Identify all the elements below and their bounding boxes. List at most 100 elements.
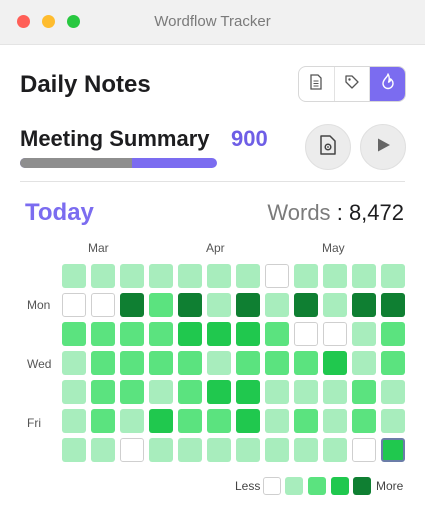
legend-more: More (376, 479, 404, 493)
heatmap-cell[interactable] (207, 380, 231, 404)
heatmap-cell[interactable] (178, 438, 202, 462)
heatmap-cell[interactable] (381, 438, 405, 462)
heatmap-cell[interactable] (120, 351, 144, 375)
heatmap-cell[interactable] (120, 264, 144, 288)
heatmap-cell[interactable] (178, 380, 202, 404)
heatmap-cell[interactable] (120, 438, 144, 462)
heatmap-cell[interactable] (236, 351, 260, 375)
heatmap-cell[interactable] (323, 438, 347, 462)
tab-tags[interactable] (335, 67, 371, 101)
heatmap-cell[interactable] (352, 322, 376, 346)
heatmap-cell[interactable] (207, 409, 231, 433)
heatmap-cell[interactable] (294, 438, 318, 462)
heatmap-cell[interactable] (294, 409, 318, 433)
heatmap-cell[interactable] (294, 322, 318, 346)
heatmap-cell[interactable] (62, 351, 86, 375)
heatmap-cell[interactable] (265, 322, 289, 346)
heatmap-cell[interactable] (323, 293, 347, 317)
page-title: Daily Notes (20, 71, 151, 98)
heatmap-cell[interactable] (352, 293, 376, 317)
heatmap-cell[interactable] (207, 438, 231, 462)
heatmap-cell[interactable] (294, 380, 318, 404)
heatmap-cell[interactable] (323, 264, 347, 288)
heatmap-cell[interactable] (62, 322, 86, 346)
progress-fill (20, 158, 133, 168)
heatmap-cell[interactable] (91, 293, 115, 317)
heatmap-cell[interactable] (381, 293, 405, 317)
heatmap-cell[interactable] (323, 409, 347, 433)
heatmap-cell[interactable] (91, 351, 115, 375)
heatmap-cell[interactable] (236, 438, 260, 462)
heatmap-cell[interactable] (381, 264, 405, 288)
heatmap-cell[interactable] (120, 380, 144, 404)
heatmap-cell[interactable] (236, 322, 260, 346)
window-title: Wordflow Tracker (154, 13, 271, 30)
tab-documents[interactable] (299, 67, 335, 101)
heatmap-cell[interactable] (236, 409, 260, 433)
heatmap-cell[interactable] (62, 293, 86, 317)
legend-swatch-3 (331, 477, 349, 495)
heatmap-cell[interactable] (381, 409, 405, 433)
heatmap-cell[interactable] (352, 409, 376, 433)
heatmap-cell[interactable] (178, 409, 202, 433)
heatmap-cell[interactable] (352, 351, 376, 375)
heatmap-cell[interactable] (149, 264, 173, 288)
heatmap-cell[interactable] (265, 351, 289, 375)
heatmap-cell[interactable] (207, 351, 231, 375)
heatmap-cell[interactable] (178, 264, 202, 288)
heatmap-cell[interactable] (381, 322, 405, 346)
heatmap-cell[interactable] (62, 438, 86, 462)
heatmap-cell[interactable] (149, 351, 173, 375)
heatmap-cell[interactable] (265, 264, 289, 288)
heatmap-cell[interactable] (120, 322, 144, 346)
heatmap-cell[interactable] (149, 322, 173, 346)
heatmap-cell[interactable] (149, 438, 173, 462)
heatmap-cell[interactable] (381, 380, 405, 404)
heatmap-cell[interactable] (294, 351, 318, 375)
heatmap-cell[interactable] (91, 322, 115, 346)
heatmap-cell[interactable] (352, 380, 376, 404)
heatmap-cell[interactable] (207, 293, 231, 317)
heatmap-cell[interactable] (323, 322, 347, 346)
heatmap-cell[interactable] (149, 380, 173, 404)
heatmap-cell[interactable] (323, 351, 347, 375)
heatmap-cell[interactable] (352, 438, 376, 462)
divider (20, 181, 405, 182)
heatmap-cell[interactable] (91, 380, 115, 404)
view-toggle (298, 66, 406, 102)
heatmap-cell[interactable] (149, 409, 173, 433)
heatmap-cell[interactable] (294, 264, 318, 288)
heatmap-cell[interactable] (323, 380, 347, 404)
heatmap-cell[interactable] (149, 293, 173, 317)
heatmap-cell[interactable] (265, 293, 289, 317)
heatmap-cell[interactable] (265, 409, 289, 433)
heatmap-cell[interactable] (91, 409, 115, 433)
month-label-apr: Apr (206, 241, 225, 255)
heatmap-cell[interactable] (91, 438, 115, 462)
document-settings-button[interactable] (305, 124, 351, 170)
legend-less: Less (235, 479, 261, 493)
heatmap-cell[interactable] (62, 409, 86, 433)
tab-streak[interactable] (370, 67, 405, 101)
legend-swatch-1 (285, 477, 303, 495)
heatmap-cell[interactable] (236, 293, 260, 317)
heatmap-cell[interactable] (352, 264, 376, 288)
heatmap-cell[interactable] (178, 293, 202, 317)
heatmap-cell[interactable] (62, 380, 86, 404)
heatmap-cell[interactable] (265, 438, 289, 462)
heatmap-cell[interactable] (381, 351, 405, 375)
heatmap-cell[interactable] (178, 351, 202, 375)
heatmap-cell[interactable] (120, 409, 144, 433)
heatmap-cell[interactable] (236, 380, 260, 404)
month-label-may: May (322, 241, 345, 255)
heatmap-cell[interactable] (265, 380, 289, 404)
heatmap-cell[interactable] (207, 264, 231, 288)
heatmap-cell[interactable] (120, 293, 144, 317)
heatmap-cell[interactable] (236, 264, 260, 288)
heatmap-cell[interactable] (207, 322, 231, 346)
heatmap-cell[interactable] (294, 293, 318, 317)
heatmap-cell[interactable] (178, 322, 202, 346)
play-button[interactable] (360, 124, 406, 170)
heatmap-cell[interactable] (91, 264, 115, 288)
heatmap-cell[interactable] (62, 264, 86, 288)
